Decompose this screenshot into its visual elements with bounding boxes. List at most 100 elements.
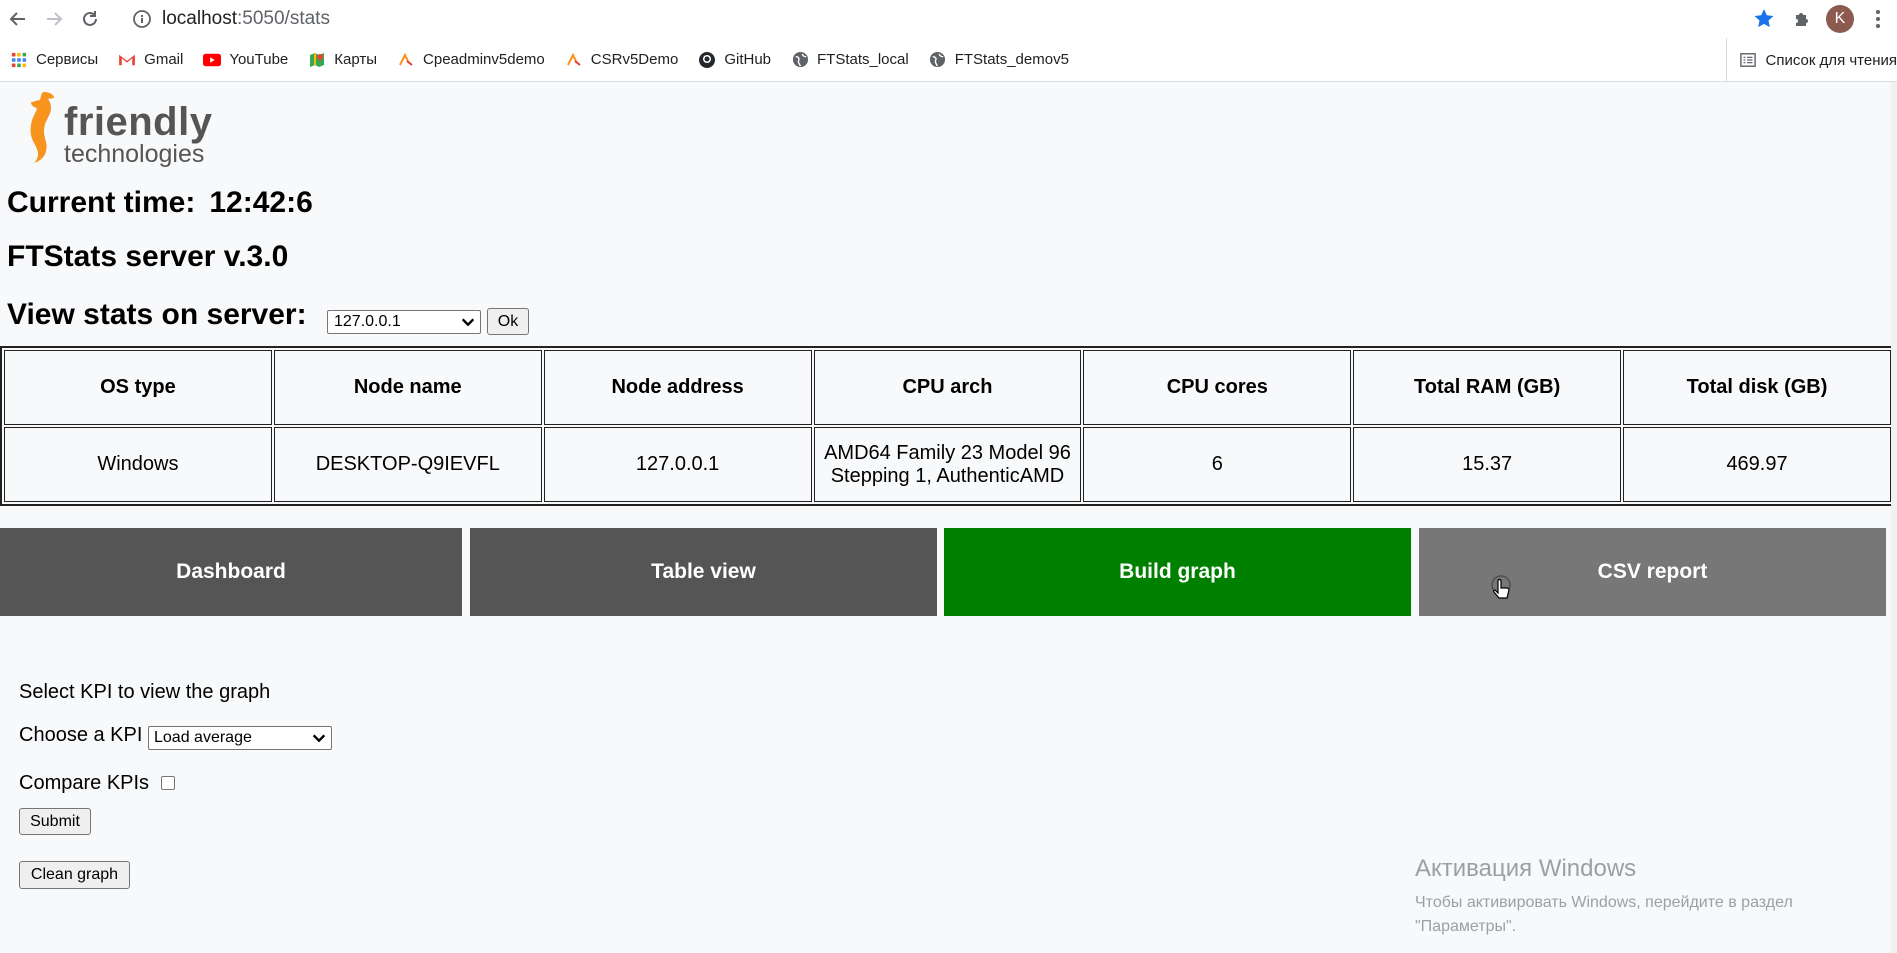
server-select[interactable]: 127.0.0.1 — [327, 310, 481, 334]
kpi-select[interactable]: Load average — [148, 726, 332, 750]
column-header: Node address — [543, 350, 812, 425]
url-host: localhost — [162, 8, 237, 29]
url-text: localhost:5050/stats — [162, 8, 330, 30]
page-scrollbar[interactable] — [1891, 82, 1897, 953]
hand-cursor-icon — [1491, 575, 1511, 599]
logo-text-line1: friendly — [64, 100, 213, 144]
more-vert-icon — [1876, 10, 1880, 28]
tab-build-graph[interactable]: Build graph — [944, 528, 1411, 616]
bookmark-label: YouTube — [229, 51, 289, 68]
tab-table-view[interactable]: Table view — [470, 528, 937, 616]
globe-icon — [929, 51, 947, 69]
nav-tabs: Dashboard Table view Build graph CSV rep… — [0, 528, 1897, 616]
server-select-value: 127.0.0.1 — [334, 313, 401, 330]
bookmark-label: Gmail — [144, 51, 184, 68]
table-cell: 15.37 — [1353, 427, 1622, 502]
star-icon — [1754, 9, 1774, 28]
profile-button[interactable]: K — [1821, 0, 1859, 38]
watermark-title: Активация Windows — [1415, 855, 1637, 882]
arrow-right-icon — [47, 12, 63, 26]
bookmark-label: GitHub — [724, 51, 771, 68]
bookmark-maps[interactable]: Карты — [308, 51, 377, 69]
friendly-technologies-logo: friendly technologies — [24, 90, 212, 172]
column-header: CPU arch — [813, 350, 1082, 425]
info-icon[interactable] — [132, 9, 152, 29]
view-stats-label: View stats on server: — [7, 298, 307, 331]
compare-kpis-checkbox[interactable] — [161, 776, 175, 790]
friendly-icon — [397, 51, 415, 69]
arrow-left-icon — [9, 12, 25, 26]
extensions-button[interactable] — [1783, 0, 1821, 38]
tab-dashboard[interactable]: Dashboard — [0, 528, 462, 616]
chevron-down-icon — [461, 318, 475, 327]
browser-toolbar: localhost:5050/stats K — [0, 0, 1897, 38]
table-cell: 469.97 — [1623, 427, 1891, 502]
watermark-line1: Чтобы активировать Windows, перейдите в … — [1415, 894, 1793, 911]
bookmark-ftstats-demov5[interactable]: FTStats_demov5 — [929, 51, 1069, 69]
bookmark-ftstats-local[interactable]: FTStats_local — [791, 51, 909, 69]
avatar: K — [1826, 5, 1854, 33]
bookmark-services[interactable]: Сервисы — [10, 51, 98, 69]
reload-icon — [83, 11, 97, 26]
gmail-icon — [118, 51, 136, 69]
bookmark-label: FTStats_demov5 — [954, 51, 1069, 68]
reading-list-icon — [1739, 51, 1757, 69]
forward-button[interactable] — [36, 1, 72, 37]
current-time-heading: Current time: 12:42:6 — [7, 186, 313, 220]
compare-kpis-label: Compare KPIs — [19, 772, 150, 794]
url-path: :5050/stats — [237, 8, 330, 29]
table-cell: Windows — [4, 427, 272, 502]
bookmark-label: FTStats_local — [817, 51, 909, 68]
column-header: CPU cores — [1083, 350, 1352, 425]
column-header: Total RAM (GB) — [1353, 350, 1622, 425]
friendly-icon — [565, 51, 583, 69]
table-header-row: OS type Node name Node address CPU arch … — [4, 350, 1891, 425]
menu-button[interactable] — [1859, 0, 1897, 38]
globe-icon — [791, 51, 809, 69]
reading-list-label: Список для чтения — [1765, 51, 1897, 69]
youtube-icon — [203, 51, 222, 69]
submit-button[interactable]: Submit — [19, 808, 91, 835]
back-button[interactable] — [0, 1, 36, 37]
table-cell: AMD64 Family 23 Model 96 Stepping 1, Aut… — [813, 427, 1082, 502]
current-time-label: Current time: — [7, 186, 196, 219]
bookmark-label: Карты — [334, 51, 378, 68]
select-kpi-text: Select KPI to view the graph — [19, 681, 271, 703]
chevron-down-icon — [312, 734, 326, 743]
puzzle-icon — [1796, 13, 1808, 26]
kpi-select-value: Load average — [154, 729, 252, 746]
server-info-table: OS type Node name Node address CPU arch … — [0, 346, 1895, 506]
bookmarks-bar: Сервисы Gmail YouTube Карты Cpeadminv5de… — [0, 38, 1897, 82]
github-icon — [698, 51, 716, 69]
maps-icon — [308, 51, 326, 69]
bookmark-cpeadmin[interactable]: Cpeadminv5demo — [397, 51, 545, 69]
windows-activation-watermark: Активация Windows Чтобы активировать Win… — [1415, 855, 1793, 939]
bookmark-star-button[interactable] — [1745, 0, 1783, 38]
bookmark-github[interactable]: GitHub — [698, 51, 771, 69]
table-cell: 6 — [1083, 427, 1352, 502]
column-header: OS type — [4, 350, 272, 425]
reading-list-button[interactable]: Список для чтения — [1739, 51, 1897, 69]
reload-button[interactable] — [72, 1, 108, 37]
clean-graph-button[interactable]: Clean graph — [19, 861, 130, 889]
server-version-heading: FTStats server v.3.0 — [7, 240, 289, 273]
apps-grid-icon — [10, 51, 28, 69]
table-row: Windows DESKTOP-Q9IEVFL 127.0.0.1 AMD64 … — [4, 427, 1891, 502]
bookmark-youtube[interactable]: YouTube — [203, 51, 288, 69]
ok-button[interactable]: Ok — [487, 308, 529, 335]
table-cell: 127.0.0.1 — [543, 427, 812, 502]
address-bar[interactable]: localhost:5050/stats — [132, 8, 330, 30]
bookmark-label: CSRv5Demo — [590, 51, 679, 68]
current-time-value: 12:42:6 — [209, 186, 313, 219]
bookmark-label: Cpeadminv5demo — [423, 51, 545, 68]
bookmark-label: Сервисы — [36, 51, 99, 68]
bookmark-csrv5demo[interactable]: CSRv5Demo — [565, 51, 679, 69]
seahorse-logo-icon — [30, 92, 54, 163]
choose-kpi-label: Choose a KPI — [19, 724, 143, 746]
bookmark-gmail[interactable]: Gmail — [118, 51, 183, 69]
logo-text-line2: technologies — [64, 140, 205, 168]
table-cell: DESKTOP-Q9IEVFL — [273, 427, 542, 502]
column-header: Node name — [273, 350, 542, 425]
watermark-line2: "Параметры". — [1415, 918, 1517, 935]
column-header: Total disk (GB) — [1623, 350, 1891, 425]
